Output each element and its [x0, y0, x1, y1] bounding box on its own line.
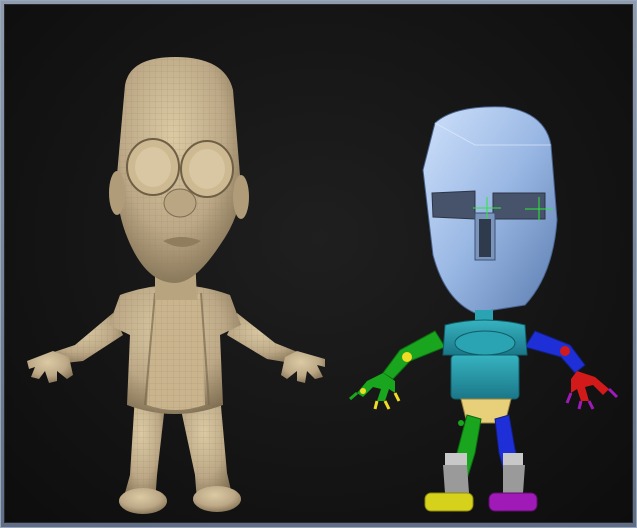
rigged-character	[349, 106, 619, 512]
window-frame	[0, 0, 637, 528]
sculpted-character	[27, 57, 325, 514]
3d-viewport	[4, 4, 633, 523]
scene-canvas	[27, 57, 619, 514]
